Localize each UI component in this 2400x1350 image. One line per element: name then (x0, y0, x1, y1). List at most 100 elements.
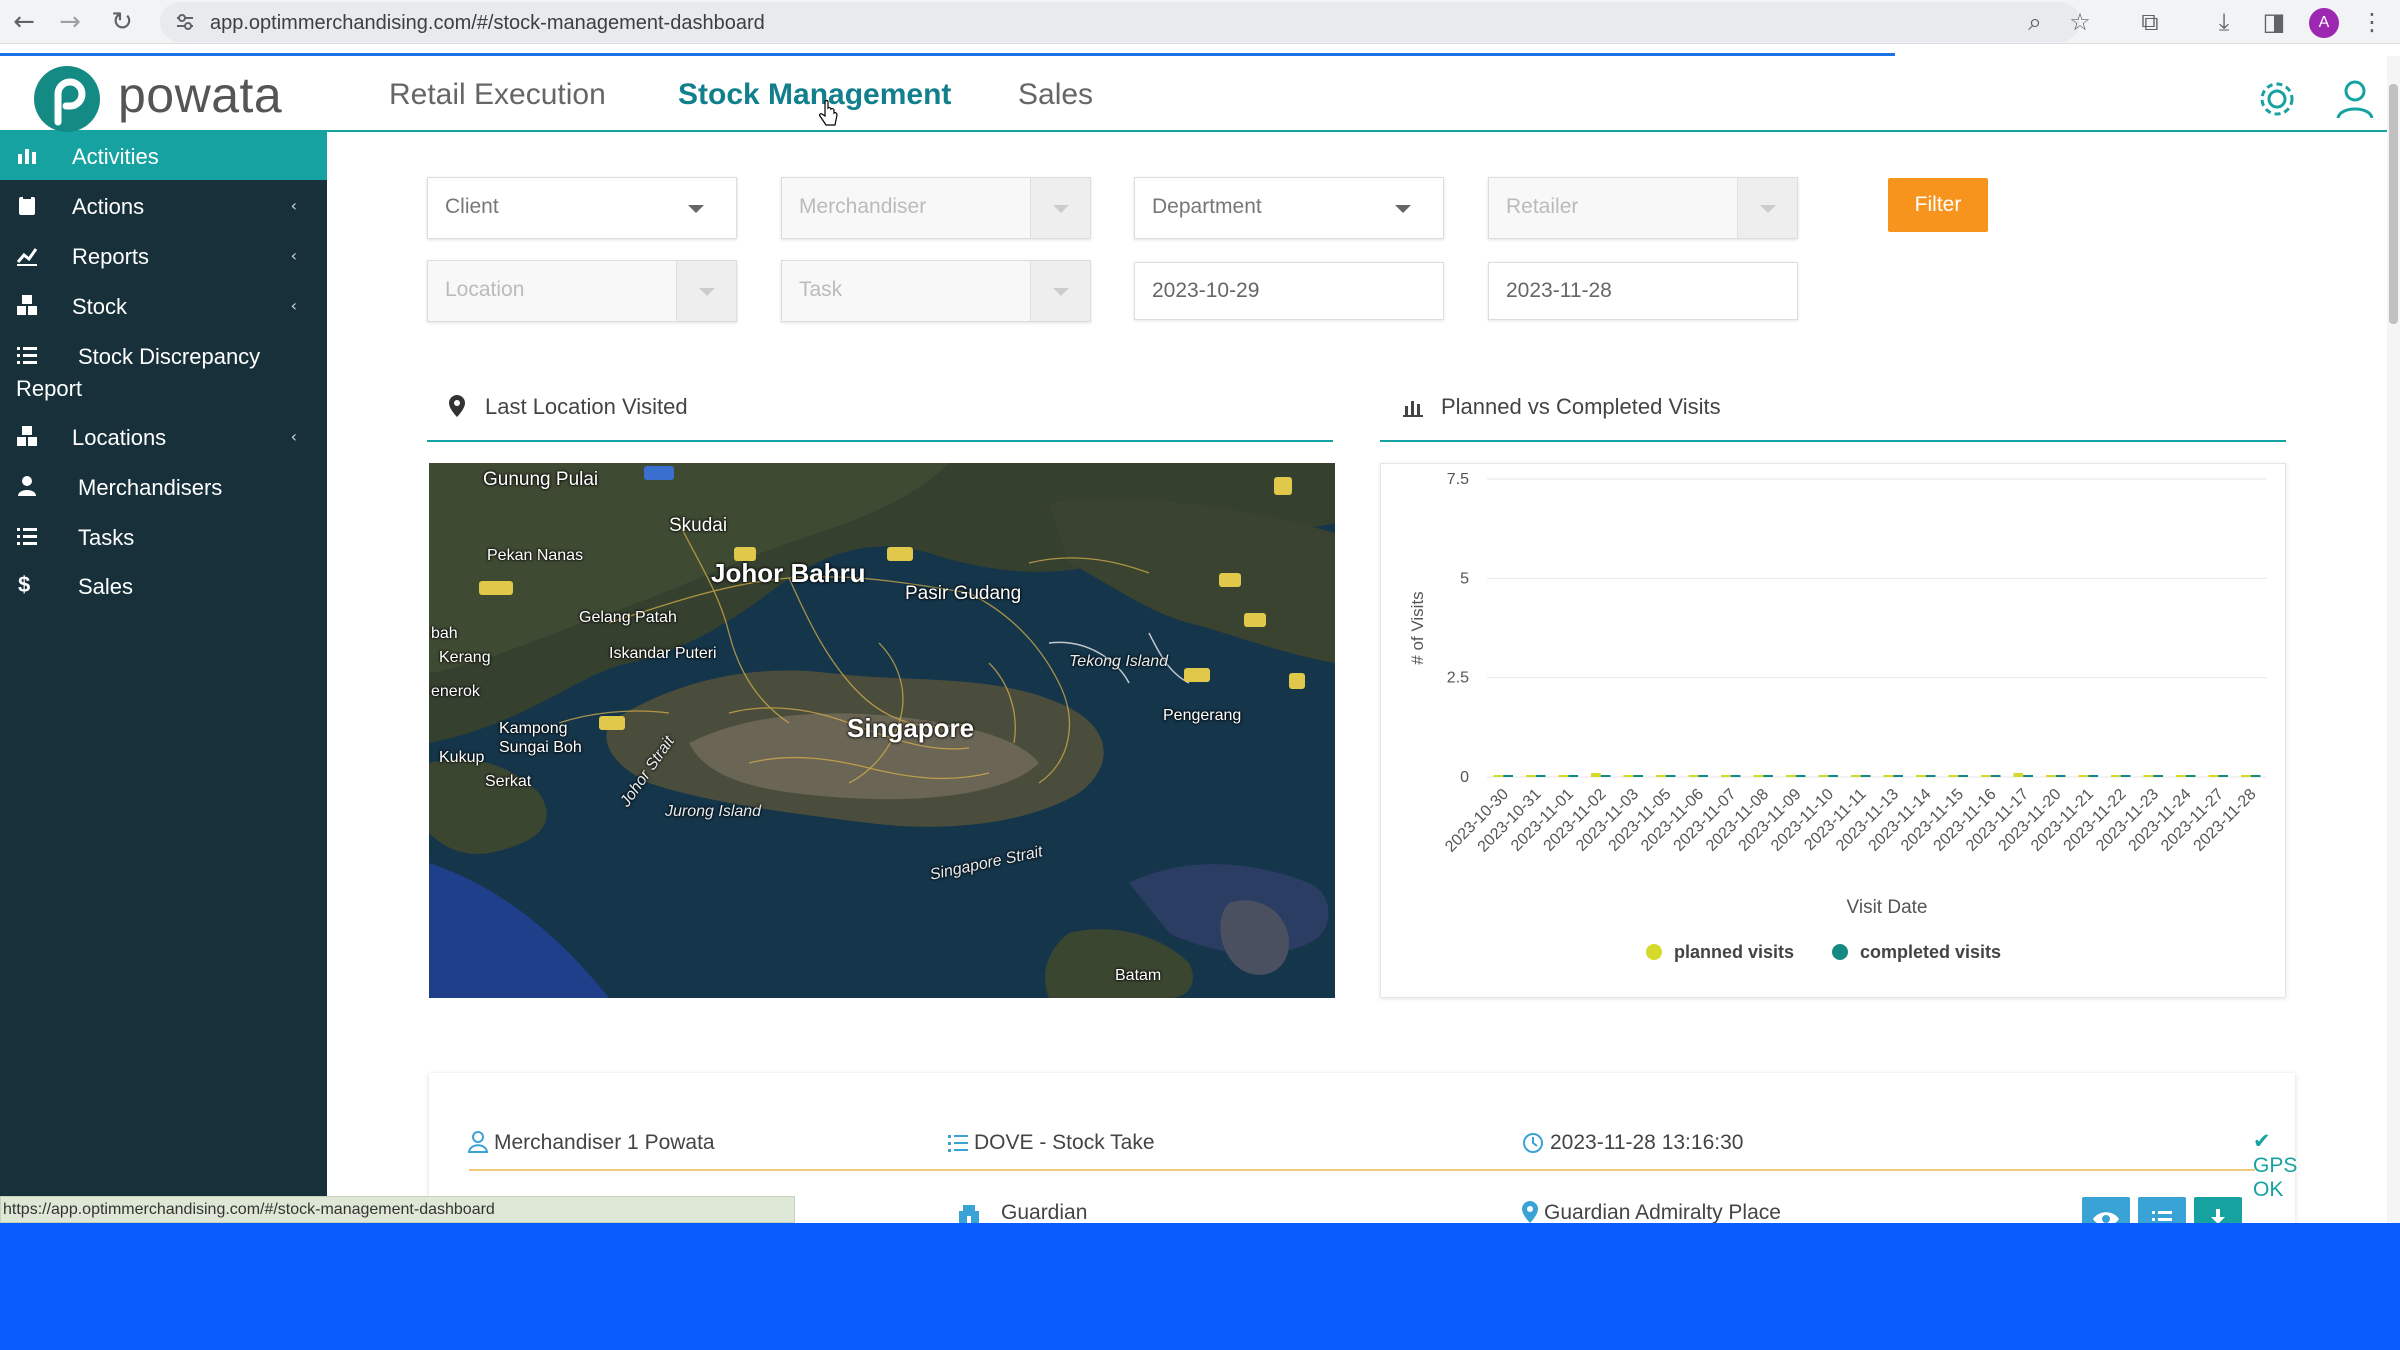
y-tick-label: 0 (1460, 769, 1469, 786)
planned-vs-completed-chart[interactable]: 7.552.50# of Visits2023-10-302023-10-312… (1381, 464, 2287, 999)
map-label-kampong-sungai-boh: Kampong Sungai Boh (499, 720, 582, 756)
bar-completed-visits (1795, 775, 1806, 777)
department-select-label: Department (1152, 195, 1262, 218)
bar-planned-visits (1526, 775, 1536, 777)
reload-icon[interactable]: ↻ (106, 6, 138, 38)
map-label-iskandar-puteri: Iskandar Puteri (609, 645, 717, 662)
bar-planned-visits (1916, 775, 1926, 777)
download-icon[interactable]: ⤓ (2210, 8, 2238, 36)
location-map[interactable]: Johor Bahru Singapore Skudai Pasir Gudan… (429, 463, 1335, 998)
merchandiser-select[interactable]: Merchandiser (781, 177, 1091, 239)
dropdown-arrow-icon (1373, 178, 1433, 238)
user-icon (468, 1131, 488, 1153)
address-bar[interactable]: app.optimmerchandising.com/#/stock-manag… (160, 2, 2080, 42)
task-select[interactable]: Task (781, 260, 1091, 322)
map-marker-icon (449, 395, 465, 417)
chevron-left-icon: ‹ (290, 246, 297, 265)
map-label-gelang-patah: Gelang Patah (579, 609, 677, 626)
map-label-serkat: Serkat (485, 773, 532, 790)
y-tick-label: 7.5 (1447, 471, 1469, 488)
sidebar-item-label-line2: Report (16, 376, 83, 401)
bar-planned-visits (1786, 775, 1796, 777)
nav-sales[interactable]: Sales (1018, 78, 1093, 112)
date-to-input[interactable]: 2023-11-28 (1488, 262, 1798, 320)
sidebar-item-activities[interactable]: Activities (0, 132, 327, 180)
scrollbar-thumb[interactable] (2389, 84, 2398, 324)
sidebar-item-actions[interactable]: Actions ‹ (0, 182, 327, 230)
user-profile-icon[interactable] (2334, 78, 2376, 120)
page-scrollbar[interactable] (2387, 56, 2400, 1223)
date-to-value: 2023-11-28 (1506, 279, 1612, 302)
y-axis-label: # of Visits (1408, 591, 1427, 664)
bar-completed-visits (1633, 775, 1643, 777)
bar-planned-visits (1591, 773, 1601, 777)
dropdown-arrow-icon (676, 261, 736, 321)
bar-completed-visits (2185, 775, 2196, 777)
sidebar-item-reports[interactable]: Reports ‹ (0, 232, 327, 280)
legend-swatch (1832, 944, 1848, 960)
sidebar-item-merchandisers[interactable]: Merchandisers (0, 463, 327, 511)
sidebar-item-tasks[interactable]: Tasks (0, 513, 327, 561)
side-panel-icon[interactable]: ◨ (2260, 8, 2288, 36)
y-tick-label: 5 (1460, 570, 1469, 587)
filter-button[interactable]: Filter (1888, 178, 1988, 232)
sidebar-item-sales[interactable]: $ Sales (0, 562, 327, 610)
client-select-label: Client (445, 195, 499, 218)
back-icon[interactable]: ← (8, 6, 40, 38)
forward-icon[interactable]: → (54, 6, 86, 38)
sidebar-item-label: Reports (72, 244, 150, 269)
retailer-select[interactable]: Retailer (1488, 177, 1798, 239)
bookmark-star-icon[interactable]: ☆ (2066, 8, 2094, 36)
nav-retail-execution[interactable]: Retail Execution (389, 78, 606, 112)
check-icon: ✔ (2253, 1129, 2271, 1153)
department-select[interactable]: Department (1134, 177, 1444, 239)
date-from-input[interactable]: 2023-10-29 (1134, 262, 1444, 320)
powata-logo-icon[interactable] (32, 64, 102, 134)
chart-panel-underline (1380, 440, 2286, 442)
bar-completed-visits (1535, 775, 1546, 777)
client-select[interactable]: Client (427, 177, 737, 239)
visit-retailer: Guardian (1001, 1201, 1088, 1224)
zoom-icon[interactable]: ⌕ (2021, 8, 2049, 36)
bar-completed-visits (1600, 775, 1611, 777)
sidebar-item-stock[interactable]: Stock ‹ (0, 282, 327, 330)
bottom-blue-band (0, 1223, 2400, 1350)
sidebar-item-stock-discrepancy-report[interactable]: Stock Discrepancy Report (0, 332, 327, 412)
chevron-left-icon: ‹ (290, 296, 297, 315)
settings-gear-icon[interactable] (2256, 78, 2298, 120)
profile-avatar[interactable]: A (2309, 8, 2339, 38)
store-icon (959, 1205, 979, 1224)
location-select[interactable]: Location (427, 260, 737, 322)
site-settings-icon[interactable] (174, 11, 196, 33)
sidebar-item-label: Activities (72, 144, 159, 169)
dropdown-arrow-icon (1030, 261, 1090, 321)
visit-datetime: 2023-11-28 13:16:30 (1550, 1131, 1744, 1154)
bar-completed-visits (2250, 775, 2261, 777)
user-icon (18, 476, 36, 496)
bar-completed-visits (2218, 775, 2228, 777)
nav-stock-management[interactable]: Stock Management (678, 78, 951, 112)
browser-menu-icon[interactable]: ⋮ (2358, 8, 2386, 36)
map-label-kukup: Kukup (439, 749, 485, 766)
sidebar: Activities Actions ‹ Reports ‹ Stock ‹ S… (0, 132, 327, 1223)
chart-panel-title: Planned vs Completed Visits (1441, 394, 1721, 419)
bar-planned-visits (2208, 775, 2219, 777)
bar-completed-visits (1503, 775, 1513, 777)
bar-completed-visits (1665, 775, 1676, 777)
map-label-kerang: Kerang (439, 649, 491, 666)
bar-planned-visits (2241, 775, 2251, 777)
clipboard-icon (19, 195, 35, 215)
extensions-icon[interactable]: ⧉ (2136, 8, 2164, 36)
sidebar-item-locations[interactable]: Locations ‹ (0, 413, 327, 461)
visit-task: DOVE - Stock Take (974, 1131, 1155, 1154)
clock-icon (1523, 1133, 1543, 1153)
location-select-label: Location (445, 278, 525, 301)
map-label-singapore: Singapore (847, 713, 975, 743)
bar-planned-visits (1981, 775, 1991, 777)
sidebar-item-label: Locations (72, 425, 167, 450)
bar-completed-visits (2023, 775, 2033, 777)
logo-text[interactable]: powata (118, 66, 282, 124)
map-label-pasir-gudang: Pasir Gudang (905, 583, 1022, 604)
map-label-batam: Batam (1115, 967, 1162, 984)
list-icon (17, 347, 37, 364)
